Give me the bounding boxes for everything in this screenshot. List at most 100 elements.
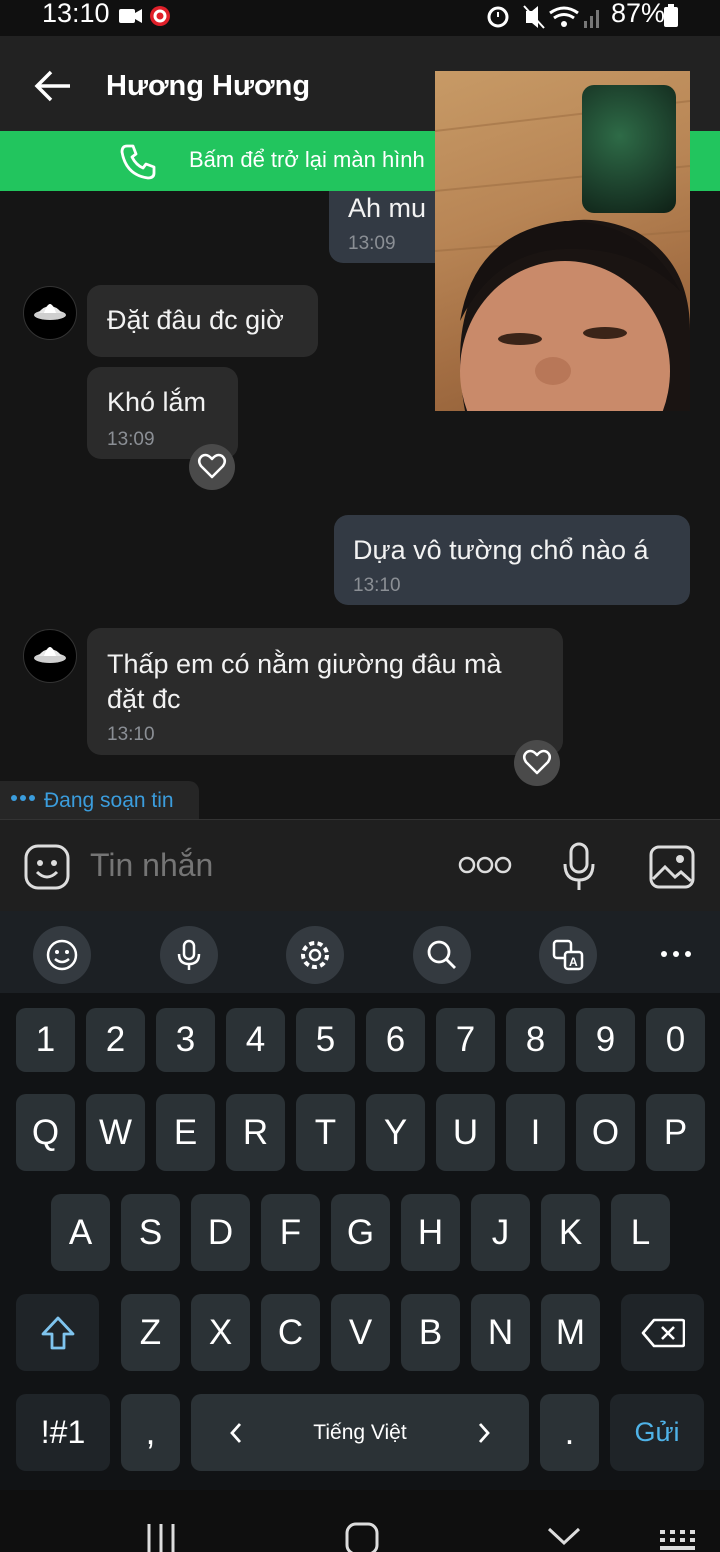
search-icon xyxy=(427,940,456,969)
system-nav-bar xyxy=(0,1490,720,1552)
message-input-bar xyxy=(0,819,720,912)
key-g[interactable]: G xyxy=(331,1194,390,1271)
key-l[interactable]: L xyxy=(611,1194,670,1271)
mic-icon[interactable] xyxy=(562,842,596,892)
heart-icon xyxy=(198,453,226,479)
message-text-line1: Thấp em có nằm giường đâu mà xyxy=(107,649,502,679)
key-m[interactable]: M xyxy=(541,1294,600,1371)
chevron-right-icon xyxy=(478,1423,490,1443)
battery-icon xyxy=(664,4,678,27)
key-s[interactable]: S xyxy=(121,1194,180,1271)
key-4[interactable]: 4 xyxy=(226,1008,285,1072)
sticker-icon[interactable] xyxy=(24,844,70,890)
react-heart-button[interactable] xyxy=(189,444,235,490)
key-8[interactable]: 8 xyxy=(506,1008,565,1072)
message-text: Đặt đâu đc giờ xyxy=(107,305,284,335)
chevron-left-icon xyxy=(230,1423,242,1443)
keyboard-switch-icon[interactable] xyxy=(660,1530,696,1552)
back-arrow-icon[interactable] xyxy=(34,70,72,102)
key-e[interactable]: E xyxy=(156,1094,215,1171)
key-1[interactable]: 1 xyxy=(16,1008,75,1072)
key-t[interactable]: T xyxy=(296,1094,355,1171)
key-p[interactable]: P xyxy=(646,1094,705,1171)
battery-percent: 87% xyxy=(611,0,666,28)
message-text: Ah mu xyxy=(348,193,427,223)
settings-button[interactable] xyxy=(286,926,344,984)
key-b[interactable]: B xyxy=(401,1294,460,1371)
key-9[interactable]: 9 xyxy=(576,1008,635,1072)
contact-avatar[interactable] xyxy=(23,286,77,340)
shift-key[interactable] xyxy=(16,1294,99,1371)
typing-text: Đang soạn tin xyxy=(44,789,174,812)
key-7[interactable]: 7 xyxy=(436,1008,495,1072)
symbols-key[interactable]: !#1 xyxy=(16,1394,110,1471)
react-heart-button[interactable] xyxy=(514,740,560,786)
message-time: 13:10 xyxy=(353,575,401,596)
message-input[interactable] xyxy=(88,846,432,885)
key-n[interactable]: N xyxy=(471,1294,530,1371)
key-6[interactable]: 6 xyxy=(366,1008,425,1072)
message-bubble-incoming[interactable]: Thấp em có nằm giường đâu mà đặt đc 13:1… xyxy=(87,628,563,755)
status-bar: 13:10 87% xyxy=(0,0,720,36)
spacebar[interactable]: Tiếng Việt xyxy=(191,1394,529,1471)
more-options-icon[interactable] xyxy=(458,855,512,875)
search-button[interactable] xyxy=(413,926,471,984)
key-q[interactable]: Q xyxy=(16,1094,75,1171)
status-time: 13:10 xyxy=(42,0,110,28)
key-0[interactable]: 0 xyxy=(646,1008,705,1072)
period-key[interactable]: . xyxy=(540,1394,599,1471)
message-time: 13:09 xyxy=(107,429,155,450)
backspace-icon xyxy=(641,1318,685,1347)
message-text: Khó lắm xyxy=(107,387,207,417)
message-bubble-incoming[interactable]: Đặt đâu đc giờ xyxy=(87,285,318,357)
emoji-icon xyxy=(46,939,78,971)
keyboard-toolbar: A xyxy=(0,911,720,993)
key-j[interactable]: J xyxy=(471,1194,530,1271)
self-video-preview[interactable] xyxy=(582,85,676,213)
voice-input-button[interactable] xyxy=(160,926,218,984)
comma-key[interactable]: , xyxy=(121,1394,180,1471)
more-icon[interactable] xyxy=(660,949,692,959)
message-time: 13:09 xyxy=(348,233,396,254)
status-system-icons xyxy=(487,5,599,29)
key-2[interactable]: 2 xyxy=(86,1008,145,1072)
phone-icon xyxy=(120,144,156,180)
key-k[interactable]: K xyxy=(541,1194,600,1271)
key-o[interactable]: O xyxy=(576,1094,635,1171)
heart-icon xyxy=(523,749,551,775)
key-w[interactable]: W xyxy=(86,1094,145,1171)
language-label: Tiếng Việt xyxy=(313,1420,407,1444)
mic-icon xyxy=(177,939,201,970)
key-h[interactable]: H xyxy=(401,1194,460,1271)
key-z[interactable]: Z xyxy=(121,1294,180,1371)
recent-apps-icon[interactable] xyxy=(145,1524,177,1552)
image-icon[interactable] xyxy=(649,845,695,889)
key-i[interactable]: I xyxy=(506,1094,565,1171)
contact-name[interactable]: Hương Hương xyxy=(106,70,310,103)
key-v[interactable]: V xyxy=(331,1294,390,1371)
message-text-line2: đặt đc xyxy=(107,684,181,714)
message-bubble-outgoing[interactable]: Dựa vô tường chổ nào á 13:10 xyxy=(334,515,690,605)
keyboard: 1 2 3 4 5 6 7 8 9 0 Q W E R T Y U I O P … xyxy=(0,993,720,1490)
send-key[interactable]: Gửi xyxy=(610,1394,704,1471)
key-r[interactable]: R xyxy=(226,1094,285,1171)
key-u[interactable]: U xyxy=(436,1094,495,1171)
emoji-button[interactable] xyxy=(33,926,91,984)
status-notification-icons xyxy=(119,6,170,26)
chevron-down-icon[interactable] xyxy=(546,1526,582,1546)
video-call-overlay[interactable] xyxy=(435,71,690,411)
backspace-key[interactable] xyxy=(621,1294,704,1371)
key-3[interactable]: 3 xyxy=(156,1008,215,1072)
shift-arrow-icon xyxy=(41,1316,74,1349)
key-f[interactable]: F xyxy=(261,1194,320,1271)
key-d[interactable]: D xyxy=(191,1194,250,1271)
key-y[interactable]: Y xyxy=(366,1094,425,1171)
key-x[interactable]: X xyxy=(191,1294,250,1371)
key-c[interactable]: C xyxy=(261,1294,320,1371)
translate-icon: A xyxy=(552,939,584,971)
key-a[interactable]: A xyxy=(51,1194,110,1271)
home-icon[interactable] xyxy=(345,1522,379,1552)
contact-avatar[interactable] xyxy=(23,629,77,683)
translate-button[interactable]: A xyxy=(539,926,597,984)
key-5[interactable]: 5 xyxy=(296,1008,355,1072)
